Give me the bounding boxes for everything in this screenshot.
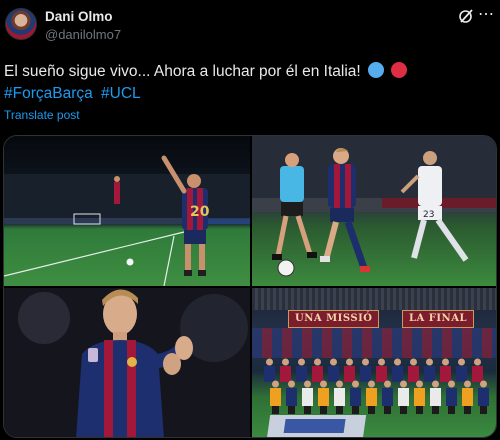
lineup-figure-head	[314, 358, 321, 366]
lineup-figure	[318, 388, 329, 406]
lineup-figure-legs	[288, 406, 295, 414]
lineup-figure-head	[432, 380, 439, 388]
lineup-figure-head	[480, 380, 487, 388]
team-lineup-art	[264, 358, 489, 437]
lineup-figure	[472, 366, 483, 382]
lineup-figure-legs	[304, 406, 311, 414]
lineup-figure-head	[298, 358, 305, 366]
lineup-figure-legs	[336, 406, 343, 414]
lineup-figure-legs	[384, 406, 391, 414]
lineup-figure-head	[416, 380, 423, 388]
lineup-figure	[440, 366, 451, 382]
lineup-figure	[408, 366, 419, 382]
lineup-figure-head	[448, 380, 455, 388]
hashtag-forcabarca[interactable]: #ForçaBarça	[4, 85, 93, 102]
lineup-figure	[334, 388, 345, 406]
lineup-figure-head	[400, 380, 407, 388]
lineup-figure	[280, 366, 291, 382]
lineup-figure-head	[320, 380, 327, 388]
lineup-figure-head	[362, 358, 369, 366]
lineup-figure-head	[266, 358, 273, 366]
lineup-figure-head	[464, 380, 471, 388]
photo-corner-kick[interactable]: 20	[4, 136, 250, 286]
lineup-figure	[392, 366, 403, 382]
avatar[interactable]	[5, 8, 37, 40]
lineup-figure-head	[474, 358, 481, 366]
author-handle[interactable]: @danilolmo7	[45, 27, 121, 42]
lineup-figure	[302, 388, 313, 406]
lineup-figure	[446, 388, 457, 406]
lineup-figure-head	[352, 380, 359, 388]
more-icon[interactable]: ⋯	[478, 7, 495, 23]
hashtags: #ForçaBarça #UCL	[4, 84, 145, 104]
lineup-figure	[328, 366, 339, 382]
lineup-figure-legs	[448, 406, 455, 414]
lineup-figure	[398, 388, 409, 406]
svg-text:23: 23	[423, 210, 434, 220]
lineup-figure	[350, 388, 361, 406]
lineup-figure-legs	[368, 406, 375, 414]
lineup-figure-head	[394, 358, 401, 366]
lineup-figure-head	[272, 380, 279, 388]
lineup-figure	[462, 388, 473, 406]
lineup-figure-head	[346, 358, 353, 366]
lineup-figure	[312, 366, 323, 382]
lineup-figure-legs	[400, 406, 407, 414]
lineup-figure-head	[384, 380, 391, 388]
lineup-figure	[344, 366, 355, 382]
lineup-figure-head	[282, 358, 289, 366]
post-text-body: El sueño sigue vivo... Ahora a luchar po…	[4, 63, 361, 80]
lineup-figure	[366, 388, 377, 406]
lineup-figure-head	[378, 358, 385, 366]
lineup-figure	[296, 366, 307, 382]
lineup-figure-legs	[272, 406, 279, 414]
lineup-figure-legs	[480, 406, 487, 414]
lineup-figure	[478, 388, 489, 406]
photo-corner-kick-art: 20	[4, 155, 250, 286]
lineup-figure	[382, 388, 393, 406]
lineup-figure-head	[336, 380, 343, 388]
photo-dribble-action[interactable]: 23	[252, 136, 496, 286]
photo-team-lineup[interactable]: UNA MISSIÓ LA FINAL	[252, 288, 496, 437]
photo-dribble-action-art: 23	[252, 136, 496, 277]
post-text: El sueño sigue vivo... Ahora a luchar po…	[4, 62, 408, 82]
lineup-figure-head	[304, 380, 311, 388]
lineup-figure	[430, 388, 441, 406]
author-name[interactable]: Dani Olmo	[45, 9, 113, 24]
grok-icon[interactable]	[458, 8, 474, 24]
lineup-figure-legs	[416, 406, 423, 414]
lineup-figure-legs	[352, 406, 359, 414]
lineup-figure-legs	[432, 406, 439, 414]
lineup-figure-head	[442, 358, 449, 366]
media-grid: 20 23 UNA MISSIÓ LA FINAL	[3, 135, 497, 438]
lineup-figure-legs	[320, 406, 327, 414]
hashtag-ucl[interactable]: #UCL	[101, 85, 141, 102]
lineup-figure	[424, 366, 435, 382]
lineup-figure	[414, 388, 425, 406]
lineup-figure	[264, 366, 275, 382]
lineup-figure-head	[368, 380, 375, 388]
lineup-figure	[286, 388, 297, 406]
lineup-figure	[360, 366, 371, 382]
lineup-figure	[376, 366, 387, 382]
red-circle-emoji	[391, 62, 408, 78]
lineup-figure-legs	[464, 406, 471, 414]
lineup-figure-head	[288, 380, 295, 388]
svg-text:20: 20	[190, 204, 210, 220]
photo-applauding-art	[4, 288, 250, 437]
translate-post-link[interactable]: Translate post	[4, 108, 80, 122]
lineup-figure-head	[410, 358, 417, 366]
lineup-figure-head	[426, 358, 433, 366]
lineup-figure	[270, 388, 281, 406]
post-header: Dani Olmo @danilolmo7 ⋯	[0, 0, 500, 56]
lineup-figure-head	[330, 358, 337, 366]
lineup-figure-head	[458, 358, 465, 366]
lineup-figure	[456, 366, 467, 382]
blue-circle-emoji	[368, 62, 385, 78]
photo-applauding-portrait[interactable]	[4, 288, 250, 437]
